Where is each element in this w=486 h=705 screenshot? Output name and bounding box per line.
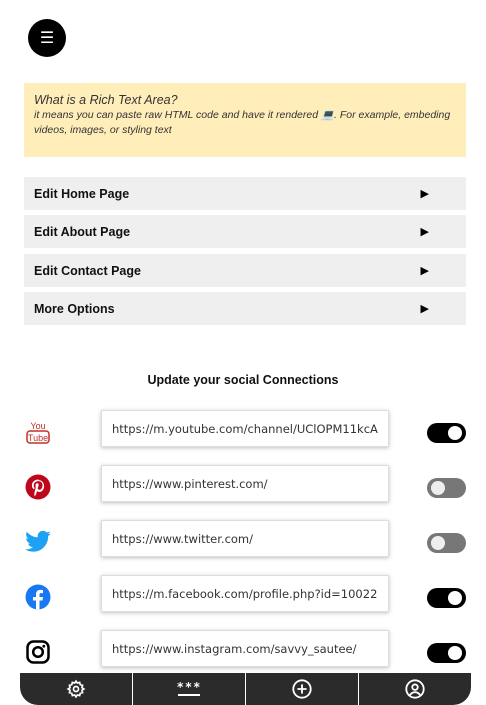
expand-arrow-icon: ▶: [420, 225, 429, 238]
info-question: What is a Rich Text Area?: [34, 93, 178, 107]
instagram-icon[interactable]: [24, 638, 52, 666]
accordion-edit-contact-page[interactable]: Edit Contact Page ▶: [24, 254, 466, 287]
tab-password[interactable]: ***: [133, 673, 246, 705]
social-row-pinterest: https://www.pinterest.com/: [0, 465, 486, 505]
accordion-edit-home-page[interactable]: Edit Home Page ▶: [24, 177, 466, 210]
pinterest-url-input[interactable]: https://www.pinterest.com/: [101, 465, 389, 502]
youtube-icon[interactable]: You Tube: [24, 418, 52, 446]
social-row-youtube: You Tube https://m.youtube.com/channel/U…: [0, 410, 486, 450]
pinterest-toggle[interactable]: [427, 478, 466, 498]
tab-settings[interactable]: [20, 673, 133, 705]
facebook-toggle[interactable]: [427, 588, 466, 608]
accordion-label: Edit Contact Page: [34, 263, 141, 278]
svg-text:You: You: [30, 421, 45, 431]
twitter-toggle[interactable]: [427, 533, 466, 553]
social-section-title: Update your social Connections: [147, 373, 339, 387]
social-row-twitter: https://www.twitter.com/: [0, 520, 486, 560]
add-circle-icon: [291, 678, 313, 700]
svg-text:Tube: Tube: [28, 433, 48, 443]
hamburger-menu-icon: ☰: [39, 28, 55, 47]
social-row-instagram: https://www.instagram.com/savvy_sautee/: [0, 630, 486, 670]
gear-icon: [66, 679, 86, 699]
rich-text-info-box: What is a Rich Text Area? it means you c…: [24, 83, 466, 157]
accordion-label: Edit About Page: [34, 224, 131, 239]
tab-account[interactable]: [359, 673, 471, 705]
twitter-icon[interactable]: [24, 528, 52, 556]
accordion-edit-about-page[interactable]: Edit About Page ▶: [24, 215, 466, 248]
expand-arrow-icon: ▶: [420, 302, 429, 315]
password-icon: ***: [176, 680, 202, 696]
youtube-url-input[interactable]: https://m.youtube.com/channel/UClOPM11kc…: [101, 410, 389, 447]
social-row-facebook: https://m.facebook.com/profile.php?id=10…: [0, 575, 486, 615]
bottom-tab-bar: ***: [20, 673, 471, 705]
pinterest-icon[interactable]: [24, 473, 52, 501]
info-answer: it means you can paste raw HTML code and…: [34, 109, 451, 136]
hamburger-menu-button[interactable]: ☰: [28, 19, 66, 57]
youtube-toggle[interactable]: [427, 423, 466, 443]
tab-add[interactable]: [246, 673, 359, 705]
facebook-icon[interactable]: [24, 583, 52, 611]
laptop-icon: 💻: [320, 109, 335, 121]
expand-arrow-icon: ▶: [420, 264, 429, 277]
accordion-label: Edit Home Page: [34, 186, 130, 201]
accordion-more-options[interactable]: More Options ▶: [24, 292, 466, 325]
instagram-toggle[interactable]: [427, 643, 466, 663]
account-icon: [404, 678, 426, 700]
twitter-url-input[interactable]: https://www.twitter.com/: [101, 520, 389, 557]
accordion-label: More Options: [34, 301, 115, 316]
expand-arrow-icon: ▶: [420, 187, 429, 200]
facebook-url-input[interactable]: https://m.facebook.com/profile.php?id=10…: [101, 575, 389, 612]
instagram-url-input[interactable]: https://www.instagram.com/savvy_sautee/: [101, 630, 389, 667]
